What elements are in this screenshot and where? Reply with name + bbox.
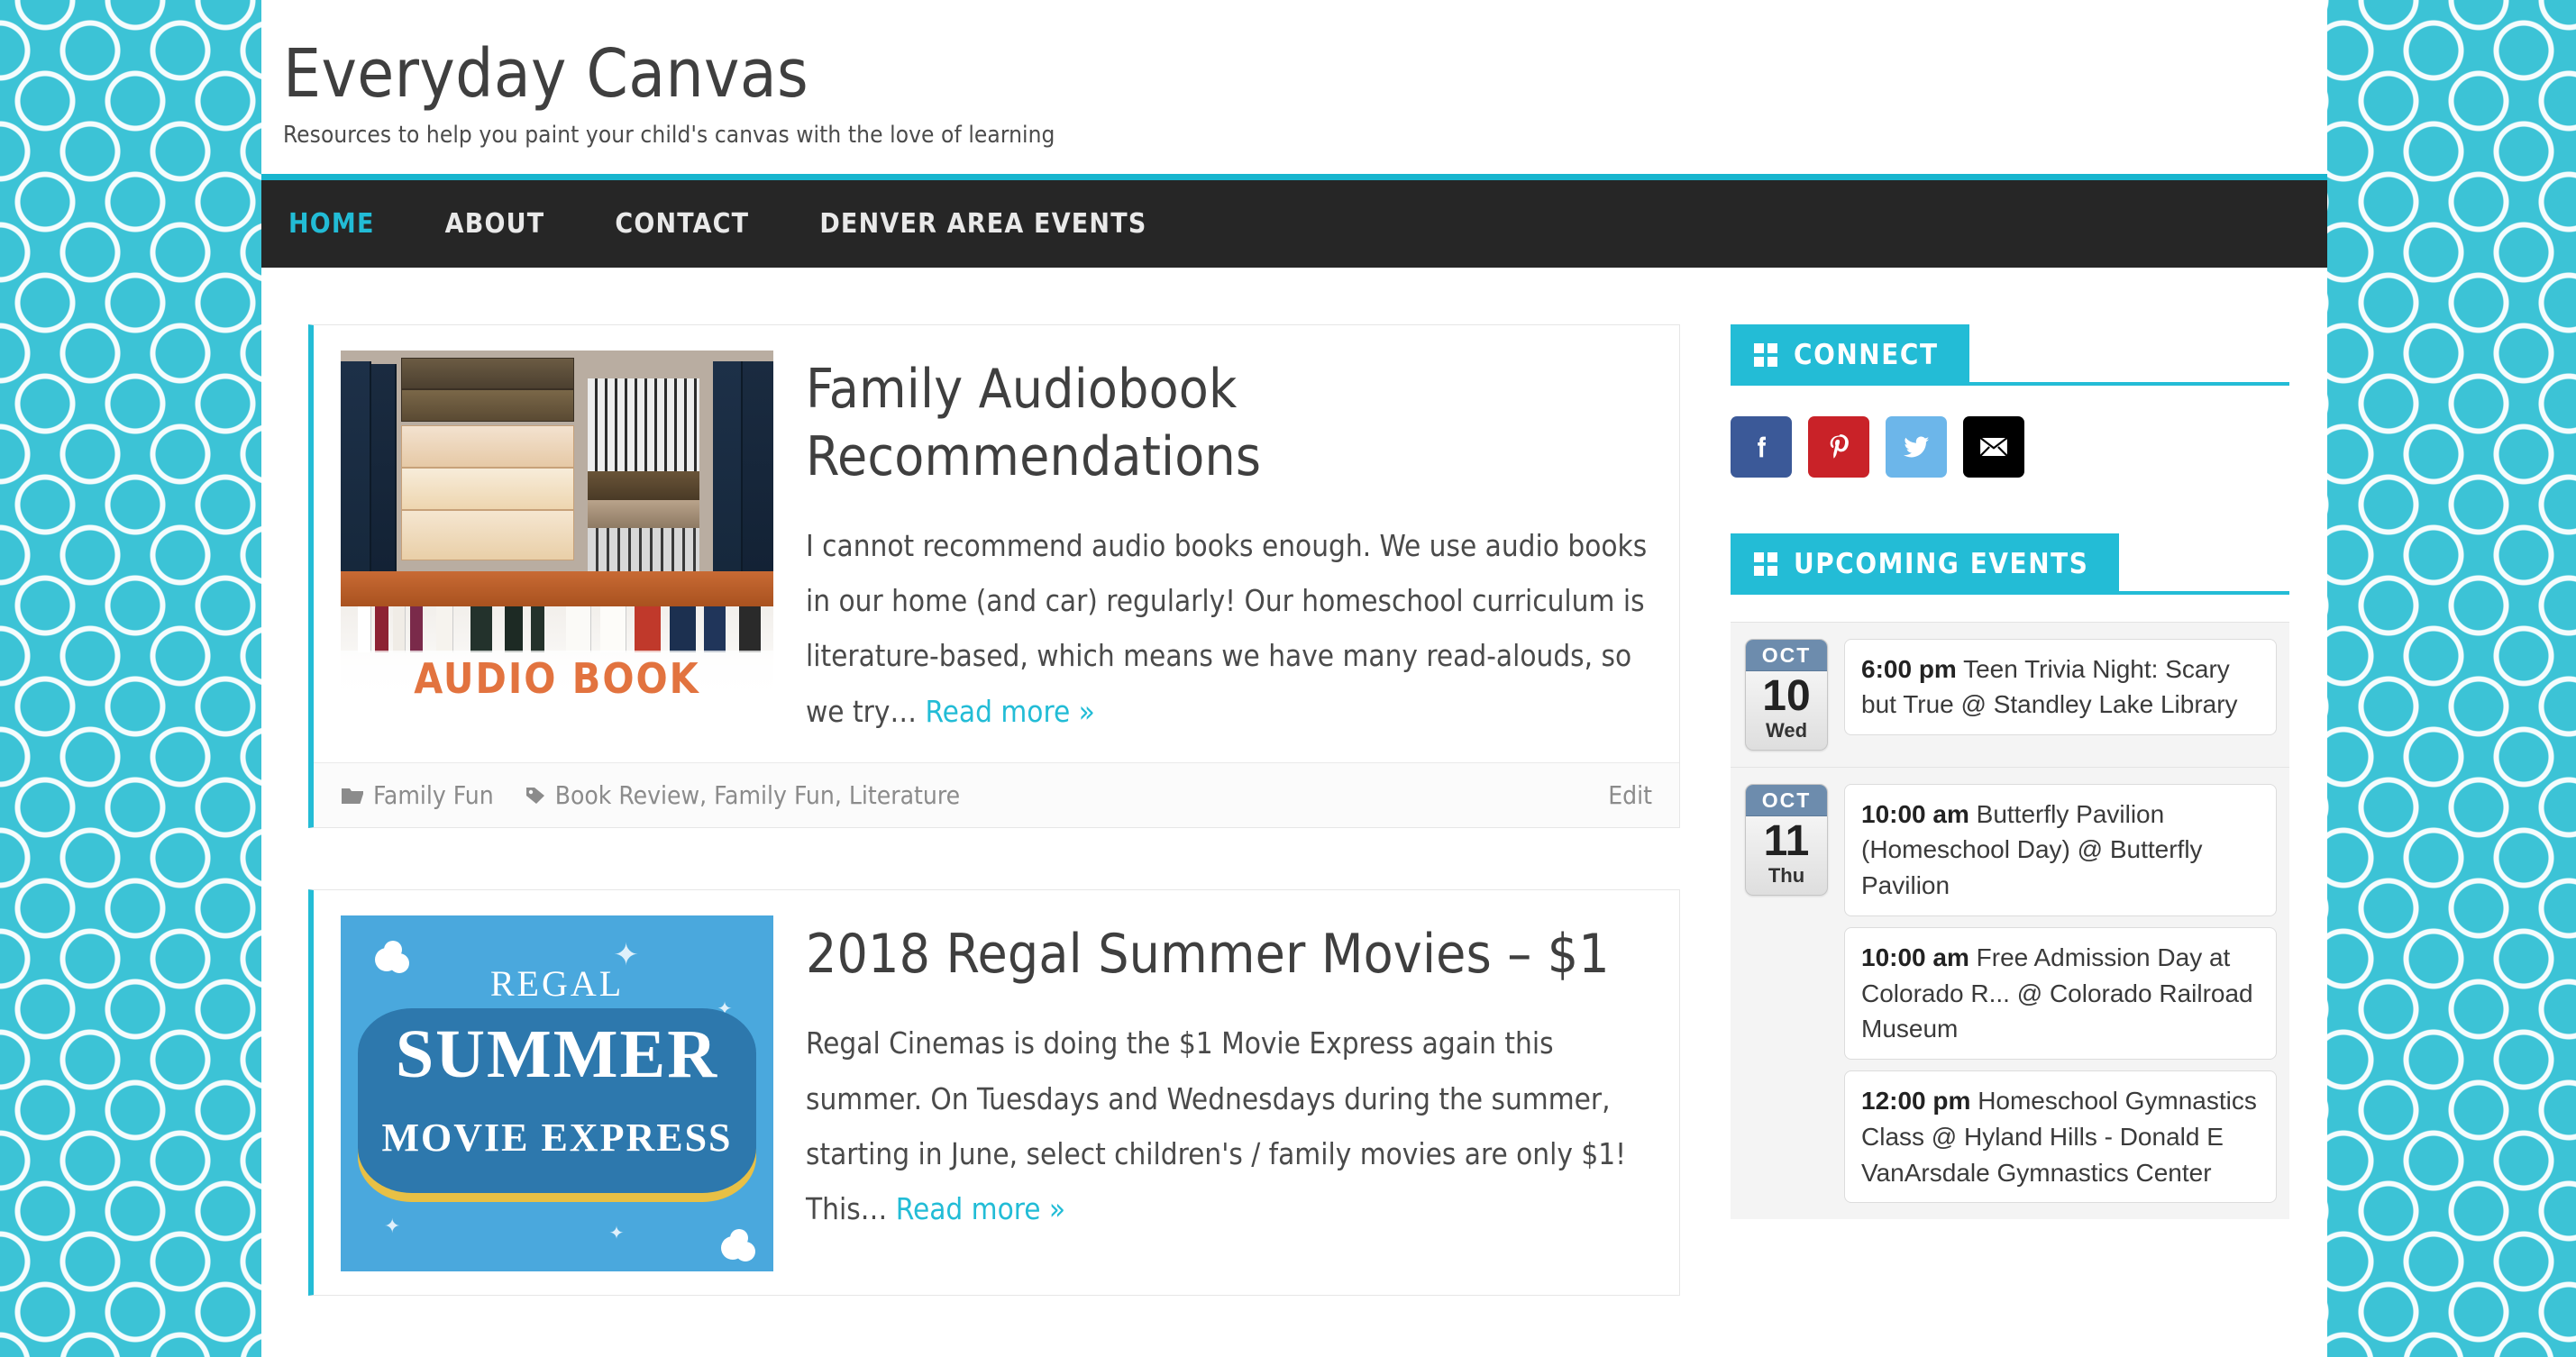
site-header: Everyday Canvas Resources to help you pa… <box>261 0 2327 174</box>
post-category-link[interactable]: Family Fun <box>373 780 494 810</box>
post-tags-link[interactable]: Book Review, Family Fun, Literature <box>555 780 960 810</box>
post-category-group: Family Fun <box>341 780 494 810</box>
envelope-icon <box>1978 435 2009 458</box>
event-time: 6:00 pm <box>1861 654 1957 683</box>
nav-item-home[interactable]: HOME <box>288 208 375 240</box>
widget-header: Connect <box>1731 323 2289 386</box>
sparkle-icon: ✦ <box>384 1214 401 1237</box>
widget-title-connect: Connect <box>1731 323 1969 386</box>
regal-summer-text: SUMMER <box>395 1015 719 1092</box>
content-area: AUDIO BOOK Family Audiobook Recommendati… <box>261 268 2327 1357</box>
post-text: 2018 Regal Summer Movies – $1 Regal Cine… <box>806 915 1652 1271</box>
post-body: AUDIO BOOK Family Audiobook Recommendati… <box>314 325 1679 763</box>
widget-title-text: Upcoming Events <box>1794 547 2089 580</box>
event-item[interactable]: 10:00 am Free Admission Day at Colorado … <box>1844 926 2277 1061</box>
pinterest-icon[interactable] <box>1808 415 1869 478</box>
event-day-group: OCT 10 Wed 6:00 pm Teen Trivia Night: Sc… <box>1731 621 2289 767</box>
grid-icon <box>1754 551 1777 576</box>
date-month: OCT <box>1746 784 1827 816</box>
regal-express-text: MOVIE EXPRESS <box>381 1116 733 1161</box>
event-items: 6:00 pm Teen Trivia Night: Scary but Tru… <box>1844 638 2277 751</box>
regal-brand-text: REGAL <box>489 962 625 1004</box>
post-card: ✦ ✦ ✦ ✦ ✦ REGAL SUMMER MOVIE EXPRESS <box>308 889 1680 1297</box>
event-day-group: OCT 11 Thu 10:00 am Butterfly Pavilion (… <box>1731 766 2289 1220</box>
post-thumbnail-audiobook[interactable]: AUDIO BOOK <box>341 350 773 706</box>
popcorn-icon <box>721 1235 745 1260</box>
read-more-link[interactable]: Read more » <box>896 1191 1065 1226</box>
event-item[interactable]: 6:00 pm Teen Trivia Night: Scary but Tru… <box>1844 638 2277 736</box>
sidebar: Connect <box>1731 323 2289 1357</box>
event-item[interactable]: 12:00 pm Homeschool Gymnastics Class @ H… <box>1844 1070 2277 1204</box>
event-time: 10:00 am <box>1861 943 1969 971</box>
date-weekday: Thu <box>1768 864 1805 888</box>
nav-item-denver-area-events[interactable]: DENVER AREA EVENTS <box>819 208 1146 240</box>
date-month: OCT <box>1746 639 1827 671</box>
post-title[interactable]: 2018 Regal Summer Movies – $1 <box>806 921 1652 988</box>
grid-icon <box>1754 342 1777 367</box>
post-text: Family Audiobook Recommendations I canno… <box>806 351 1652 740</box>
widget-upcoming-events: Upcoming Events OCT 10 Wed <box>1731 533 2289 1220</box>
post-excerpt: I cannot recommend audio books enough. W… <box>806 518 1652 740</box>
nav-item-contact[interactable]: CONTACT <box>615 208 749 240</box>
thumbnail-caption: AUDIO BOOK <box>414 653 700 703</box>
widget-header: Upcoming Events <box>1731 533 2289 595</box>
post-edit-link[interactable]: Edit <box>1608 780 1652 810</box>
twitter-icon[interactable] <box>1886 415 1947 478</box>
nav-accent-bar <box>261 173 2327 180</box>
site-tagline: Resources to help you paint your child's… <box>283 121 1055 149</box>
post-list: AUDIO BOOK Family Audiobook Recommendati… <box>308 323 1680 1357</box>
event-time: 12:00 pm <box>1861 1087 1971 1116</box>
widget-connect: Connect <box>1731 323 2289 478</box>
date-weekday: Wed <box>1765 719 1808 742</box>
site-title[interactable]: Everyday Canvas <box>283 39 2327 110</box>
social-links <box>1731 386 2289 478</box>
post-excerpt: Regal Cinemas is doing the $1 Movie Expr… <box>806 1015 1652 1237</box>
shelf-board <box>341 570 773 607</box>
event-items: 10:00 am Butterfly Pavilion (Homeschool … <box>1844 783 2277 1204</box>
nav-item-about[interactable]: ABOUT <box>445 208 545 240</box>
sparkle-icon: ✦ <box>608 1223 625 1243</box>
site-container: Everyday Canvas Resources to help you pa… <box>261 0 2327 1357</box>
post-title[interactable]: Family Audiobook Recommendations <box>806 356 1652 491</box>
regal-summer-movie-express-image: ✦ ✦ ✦ ✦ ✦ REGAL SUMMER MOVIE EXPRESS <box>341 915 773 1272</box>
primary-navigation: HOME ABOUT CONTACT DENVER AREA EVENTS <box>261 179 2327 268</box>
post-meta: Family Fun Book Review, Family Fun, Lite… <box>314 762 1679 828</box>
post-body: ✦ ✦ ✦ ✦ ✦ REGAL SUMMER MOVIE EXPRESS <box>314 890 1679 1295</box>
post-card: AUDIO BOOK Family Audiobook Recommendati… <box>308 323 1680 829</box>
date-badge: OCT 11 Thu <box>1745 783 1828 896</box>
widget-title-text: Connect <box>1794 338 1939 371</box>
read-more-link[interactable]: Read more » <box>926 694 1095 729</box>
widget-title-upcoming-events: Upcoming Events <box>1731 533 2120 595</box>
event-item[interactable]: 10:00 am Butterfly Pavilion (Homeschool … <box>1844 783 2277 916</box>
event-time: 10:00 am <box>1861 799 1969 828</box>
post-thumbnail-regal[interactable]: ✦ ✦ ✦ ✦ ✦ REGAL SUMMER MOVIE EXPRESS <box>341 915 773 1272</box>
bookshelf-image: AUDIO BOOK <box>341 350 773 706</box>
post-tags-group: Book Review, Family Fun, Literature <box>525 780 960 810</box>
date-day: 10 <box>1762 671 1811 720</box>
date-badge: OCT 10 Wed <box>1745 638 1828 751</box>
date-day: 11 <box>1763 816 1810 865</box>
email-icon[interactable] <box>1963 415 2024 478</box>
tag-icon <box>525 787 544 804</box>
folder-icon <box>342 788 363 804</box>
events-list: OCT 10 Wed 6:00 pm Teen Trivia Night: Sc… <box>1731 595 2289 1220</box>
facebook-icon[interactable] <box>1731 415 1792 478</box>
